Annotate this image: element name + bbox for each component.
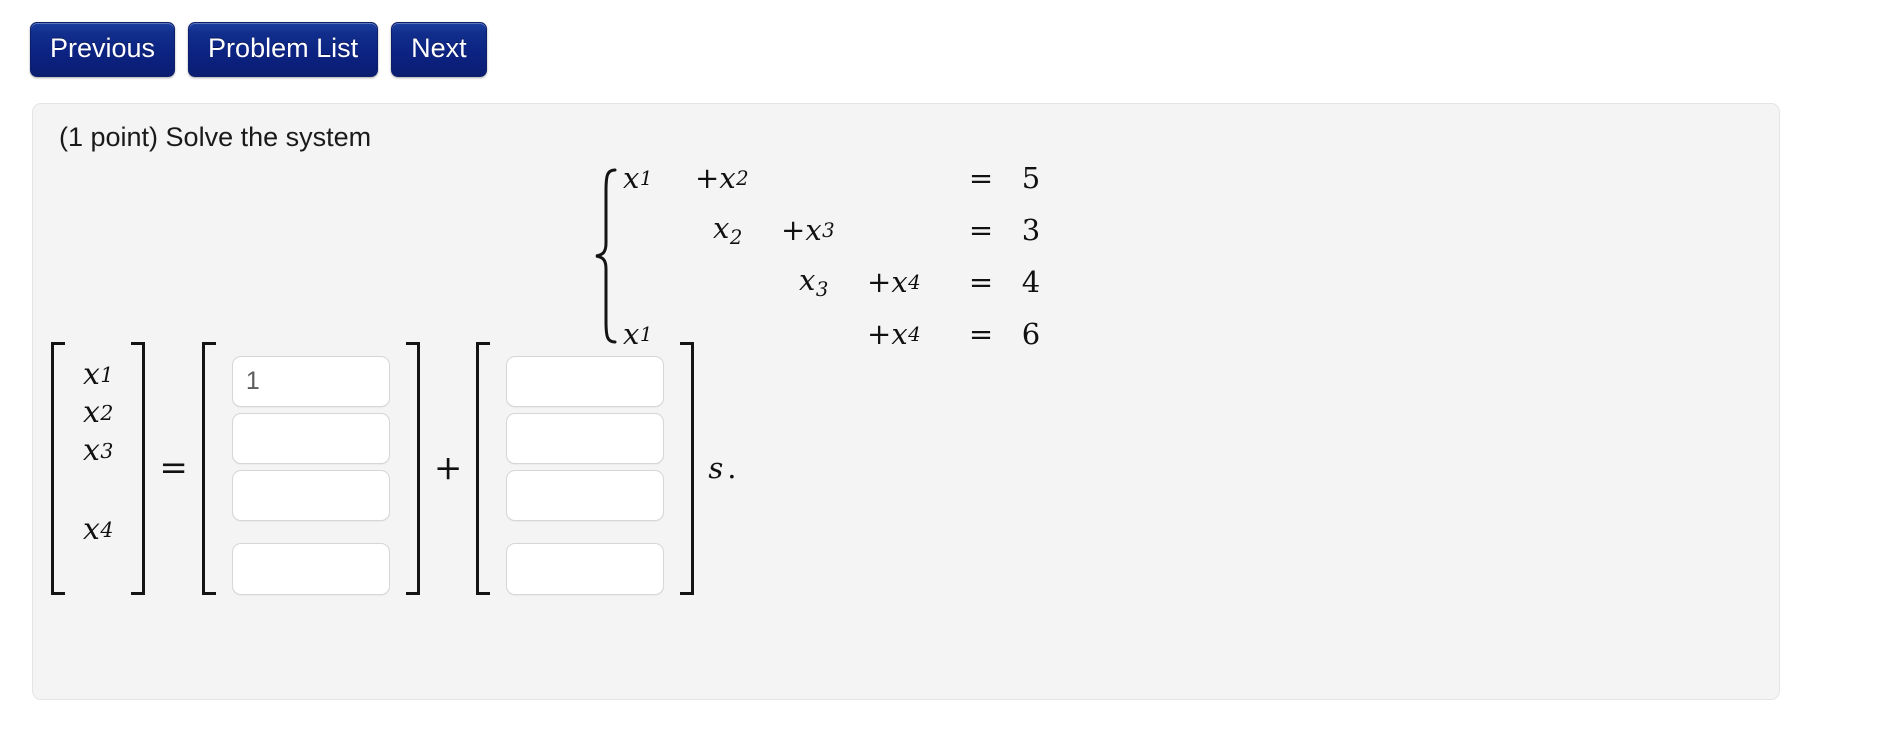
problem-list-button[interactable]: Problem List [188, 22, 379, 77]
eq-3-rhs: 4 [1021, 265, 1041, 299]
particular-solution-vector [201, 341, 420, 595]
previous-button[interactable]: Previous [30, 22, 176, 77]
variable-x2: x2 [83, 395, 114, 430]
scalar-parameter-label: s. [694, 342, 736, 595]
direction-input-1[interactable] [506, 355, 665, 407]
eq-3-term-2 [695, 256, 781, 308]
particular-input-4[interactable] [231, 543, 390, 595]
eq-3-term-4: + x 4 [867, 265, 921, 299]
variable-x4: x4 [83, 512, 114, 547]
left-bracket-icon [201, 341, 220, 595]
variable-x3: x3 [83, 433, 114, 468]
variable-x1: x1 [83, 357, 114, 392]
particular-input-2[interactable] [231, 412, 390, 464]
variable-vector: x1 x2 x3 x4 [51, 341, 146, 595]
left-bracket-icon [51, 341, 69, 595]
right-bracket-icon [402, 341, 420, 595]
direction-input-2[interactable] [506, 412, 665, 464]
direction-input-3[interactable] [506, 470, 665, 522]
direction-input-4[interactable] [506, 543, 665, 595]
eq-3-relation: = [968, 265, 994, 299]
equations-grid: x1 + x 2 = 5 x2 + x 3 = 3 x3 + x 4 = 4 x… [623, 152, 1053, 360]
eq-1-term-4 [867, 152, 953, 204]
direction-vector [476, 341, 695, 595]
left-bracket-icon [476, 341, 494, 595]
eq-3-term-1 [623, 256, 695, 308]
eq-4-relation: = [968, 317, 994, 351]
particular-input-3[interactable] [231, 470, 390, 522]
eq-2-relation: = [968, 213, 994, 247]
eq-2-term-2: x2 [713, 211, 743, 249]
eq-1-term-3 [781, 152, 867, 204]
eq-2-rhs: 3 [1021, 213, 1041, 247]
eq-1-relation: = [968, 161, 994, 195]
eq-4-term-3 [781, 308, 867, 360]
eq-4-term-4: + x 4 [867, 317, 921, 351]
answer-expression: x1 x2 x3 x4 = 1 + s . [51, 338, 737, 598]
navigation-bar: Previous Problem List Next [30, 22, 487, 77]
eq-2-term-1 [623, 204, 695, 256]
system-of-equations: x1 + x 2 = 5 x2 + x 3 = 3 x3 + x 4 = 4 x… [593, 152, 1053, 360]
plus-sign: + [433, 448, 463, 488]
eq-1-rhs: 5 [1021, 161, 1041, 195]
next-button[interactable]: Next [391, 22, 487, 77]
scalar-s: s [708, 451, 724, 485]
eq-2-term-3: + x 3 [781, 213, 835, 247]
eq-1-term-1: x1 [623, 161, 653, 195]
problem-statement: (1 point) Solve the system [59, 122, 372, 152]
problem-panel: (1 point) Solve the system x1 + x 2 = 5 x2 [32, 103, 1780, 700]
eq-3-term-3: x3 [799, 263, 829, 301]
equals-sign: = [159, 448, 188, 488]
right-bracket-icon [676, 341, 695, 595]
particular-input-1[interactable] [231, 355, 390, 407]
scalar-period: . [727, 451, 737, 485]
eq-4-rhs: 6 [1021, 317, 1041, 351]
eq-1-term-2: + x 2 [695, 161, 749, 195]
left-brace-icon [593, 152, 619, 360]
eq-2-term-4 [867, 204, 953, 256]
right-bracket-icon [127, 341, 146, 595]
